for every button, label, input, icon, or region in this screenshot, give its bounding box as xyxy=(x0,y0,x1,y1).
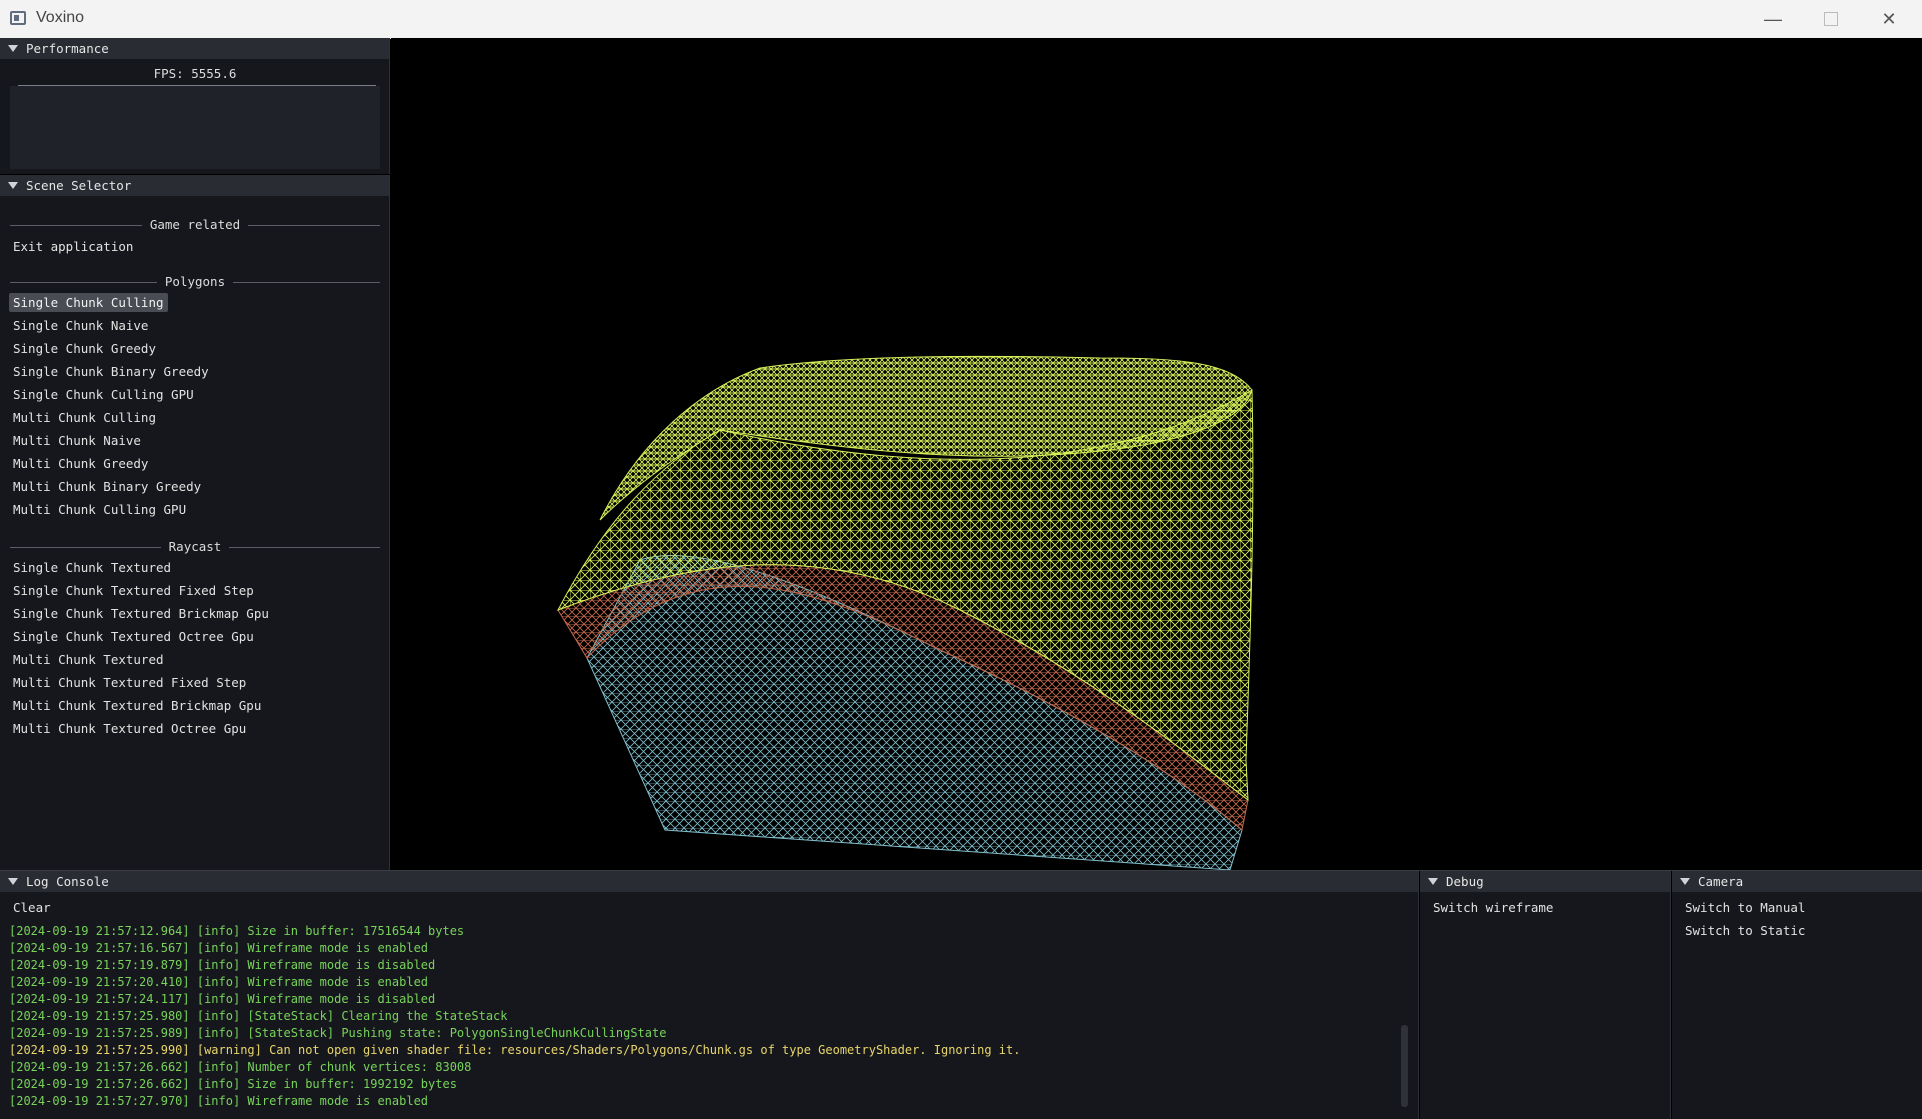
separator-game-related: Game related xyxy=(10,217,380,233)
scene-item-single-chunk-textured[interactable]: Single Chunk Textured xyxy=(9,558,175,577)
separator-label-wrap: Raycast xyxy=(10,539,380,554)
collapse-triangle-icon xyxy=(1428,878,1438,885)
log-line: [2024-09-19 21:57:16.567] [info] Wirefra… xyxy=(9,941,429,955)
camera-panel: Camera Switch to Manual Switch to Static xyxy=(1672,871,1922,1119)
scene-item-single-chunk-textured-fixed-step[interactable]: Single Chunk Textured Fixed Step xyxy=(9,581,258,600)
scene-item-single-chunk-textured-brickmap-gpu[interactable]: Single Chunk Textured Brickmap Gpu xyxy=(9,604,273,623)
scene-item-single-chunk-culling[interactable]: Single Chunk Culling xyxy=(9,293,168,312)
collapse-triangle-icon xyxy=(1680,878,1690,885)
collapse-triangle-icon xyxy=(8,182,18,189)
switch-to-manual-button[interactable]: Switch to Manual xyxy=(1681,898,1809,917)
camera-title: Camera xyxy=(1698,874,1744,889)
performance-header[interactable]: Performance xyxy=(0,38,389,59)
scene-selector-header[interactable]: Scene Selector xyxy=(0,175,389,196)
close-icon: ✕ xyxy=(1881,8,1897,29)
log-scrollbar[interactable] xyxy=(1401,1025,1408,1107)
close-button[interactable]: ✕ xyxy=(1860,0,1918,38)
separator-label-wrap: Polygons xyxy=(10,274,380,289)
scene-selector-panel: Scene Selector Game related Exit applicat… xyxy=(0,175,390,870)
performance-panel: Performance FPS: 5555.6 xyxy=(0,38,390,174)
voxel-wireframe-render xyxy=(556,355,1254,870)
separator-label: Game related xyxy=(141,217,249,232)
log-line: [2024-09-19 21:57:20.410] [info] Wirefra… xyxy=(9,975,429,989)
scene-item-single-chunk-naive[interactable]: Single Chunk Naive xyxy=(9,316,152,335)
log-line: [2024-09-19 21:57:25.989] [info] [StateS… xyxy=(9,1026,667,1040)
scene-item-multi-chunk-textured-fixed-step[interactable]: Multi Chunk Textured Fixed Step xyxy=(9,673,250,692)
debug-header[interactable]: Debug xyxy=(1420,871,1670,892)
title-bar: Voxino — ✕ xyxy=(0,0,1922,39)
scene-item-multi-chunk-textured-octree-gpu[interactable]: Multi Chunk Textured Octree Gpu xyxy=(9,719,250,738)
scene-selector-title: Scene Selector xyxy=(26,178,132,193)
separator-label: Raycast xyxy=(160,539,230,554)
separator-polygons: Polygons xyxy=(10,274,380,290)
log-line: [2024-09-19 21:57:12.964] [info] Size in… xyxy=(9,924,465,938)
log-line: [2024-09-19 21:57:19.879] [info] Wirefra… xyxy=(9,958,436,972)
log-line: [2024-09-19 21:57:27.970] [info] Wirefra… xyxy=(9,1094,429,1108)
collapse-triangle-icon xyxy=(8,878,18,885)
log-line: [2024-09-19 21:57:26.662] [info] Size in… xyxy=(9,1077,457,1091)
scene-item-single-chunk-culling-gpu[interactable]: Single Chunk Culling GPU xyxy=(9,385,198,404)
log-console-title: Log Console xyxy=(26,874,109,889)
log-console-panel: Log Console Clear [2024-09-19 21:57:12.9… xyxy=(0,871,1419,1119)
scene-item-multi-chunk-culling-gpu[interactable]: Multi Chunk Culling GPU xyxy=(9,500,190,519)
scene-item-single-chunk-binary-greedy[interactable]: Single Chunk Binary Greedy xyxy=(9,362,213,381)
separator-label: Polygons xyxy=(156,274,234,289)
minimize-icon: — xyxy=(1764,8,1782,29)
maximize-button[interactable] xyxy=(1802,0,1860,38)
camera-header[interactable]: Camera xyxy=(1672,871,1922,892)
collapse-triangle-icon xyxy=(8,45,18,52)
minimize-button[interactable]: — xyxy=(1744,0,1802,38)
log-console-header[interactable]: Log Console xyxy=(0,871,1418,892)
log-line: [2024-09-19 21:57:26.662] [info] Number … xyxy=(9,1060,472,1074)
separator-label-wrap: Game related xyxy=(10,217,380,232)
scene-item-single-chunk-textured-octree-gpu[interactable]: Single Chunk Textured Octree Gpu xyxy=(9,627,258,646)
scene-item-multi-chunk-textured[interactable]: Multi Chunk Textured xyxy=(9,650,168,669)
scene-item-single-chunk-greedy[interactable]: Single Chunk Greedy xyxy=(9,339,160,358)
fps-graph xyxy=(10,86,380,169)
log-line: [2024-09-19 21:57:24.117] [info] Wirefra… xyxy=(9,992,436,1006)
switch-wireframe-button[interactable]: Switch wireframe xyxy=(1429,898,1557,917)
scene-item-exit-application[interactable]: Exit application xyxy=(9,237,137,256)
switch-to-static-button[interactable]: Switch to Static xyxy=(1681,921,1809,940)
debug-title: Debug xyxy=(1446,874,1484,889)
maximize-icon xyxy=(1824,12,1838,26)
scene-item-multi-chunk-textured-brickmap-gpu[interactable]: Multi Chunk Textured Brickmap Gpu xyxy=(9,696,265,715)
scene-item-multi-chunk-culling[interactable]: Multi Chunk Culling xyxy=(9,408,160,427)
scene-item-multi-chunk-greedy[interactable]: Multi Chunk Greedy xyxy=(9,454,152,473)
debug-panel: Debug Switch wireframe xyxy=(1420,871,1671,1119)
log-line: [2024-09-19 21:57:25.980] [info] [StateS… xyxy=(9,1009,508,1023)
app-icon xyxy=(10,11,26,25)
fps-label: FPS: 5555.6 xyxy=(153,66,237,81)
performance-title: Performance xyxy=(26,41,109,56)
log-output: [2024-09-19 21:57:12.964] [info] Size in… xyxy=(9,923,1399,1110)
window-title: Voxino xyxy=(36,9,85,26)
scene-item-multi-chunk-binary-greedy[interactable]: Multi Chunk Binary Greedy xyxy=(9,477,205,496)
scene-item-multi-chunk-naive[interactable]: Multi Chunk Naive xyxy=(9,431,145,450)
clear-button[interactable]: Clear xyxy=(9,898,55,917)
render-viewport[interactable] xyxy=(391,38,1922,870)
separator-raycast: Raycast xyxy=(10,539,380,555)
log-line: [2024-09-19 21:57:25.990] [warning] Can … xyxy=(9,1043,1021,1057)
